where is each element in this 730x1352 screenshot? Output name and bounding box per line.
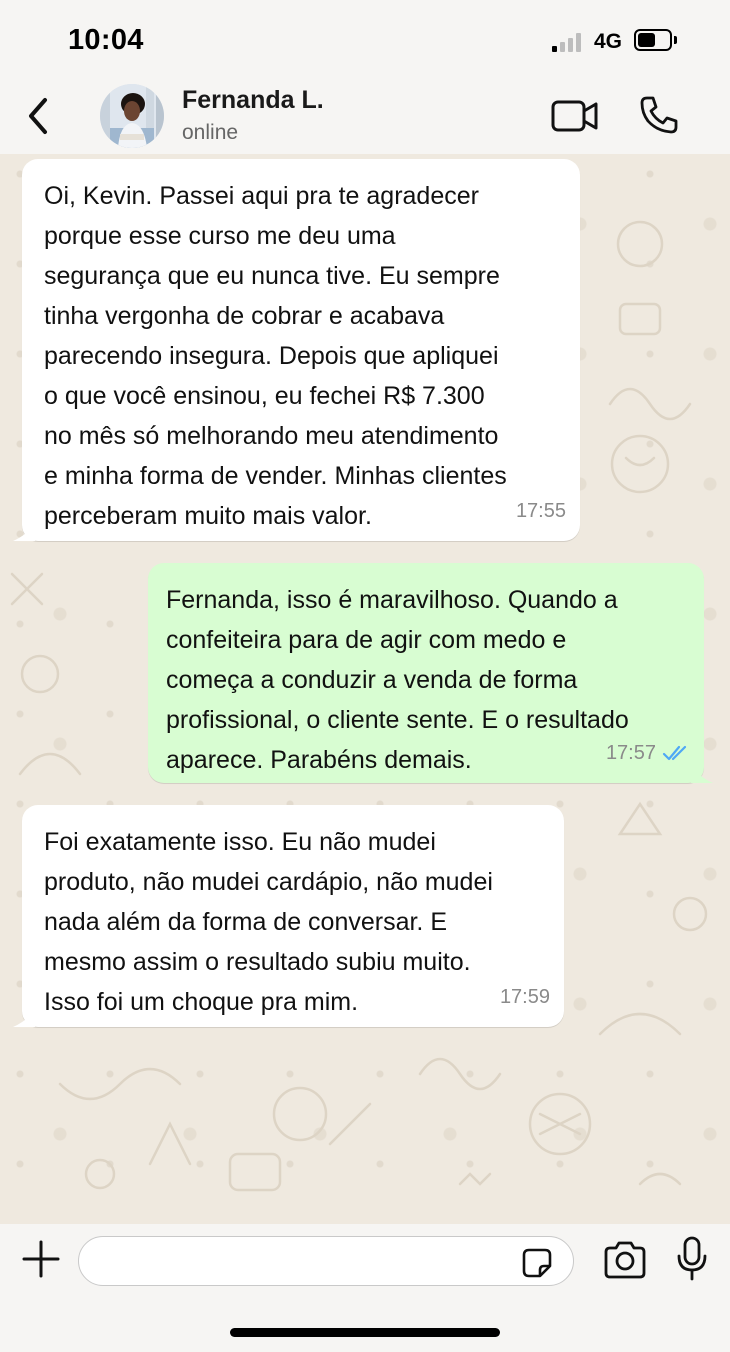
camera-icon	[604, 1241, 646, 1279]
message-input[interactable]	[99, 1247, 519, 1277]
chevron-left-icon	[29, 98, 47, 134]
camera-button[interactable]	[602, 1240, 648, 1280]
bubble-tail	[13, 523, 35, 541]
video-camera-icon	[551, 100, 598, 132]
double-check-read-icon	[662, 745, 687, 761]
status-bar: 10:04 4G	[0, 0, 730, 76]
message-meta: 17:57	[606, 733, 690, 773]
outgoing-message[interactable]: Fernanda, isso é maravilhoso. Quando a c…	[148, 563, 713, 783]
home-indicator[interactable]	[230, 1328, 500, 1337]
chat-header: Fernanda L. online	[0, 76, 730, 154]
message-text: Fernanda, isso é maravilhoso. Quando a c…	[166, 586, 629, 774]
message-time: 17:55	[515, 500, 566, 522]
incoming-message[interactable]: Foi exatamente isso. Eu não mudei produt…	[13, 805, 564, 1027]
message-time: 17:57	[605, 742, 656, 764]
chat-area[interactable]: Oi, Kevin. Passei aqui pra te agradecer …	[0, 154, 730, 1224]
sticker-icon	[522, 1248, 552, 1278]
message-input-field[interactable]	[78, 1236, 574, 1286]
status-time: 10:04	[68, 24, 144, 56]
video-call-button[interactable]	[550, 96, 600, 136]
message-meta: 17:59	[500, 977, 550, 1017]
voice-call-button[interactable]	[638, 94, 680, 136]
bubble-tail	[691, 765, 713, 783]
plus-icon	[22, 1240, 60, 1278]
cellular-signal-icon	[552, 31, 584, 52]
sticker-button[interactable]	[521, 1247, 553, 1279]
battery-icon	[634, 29, 677, 51]
contact-avatar[interactable]	[100, 84, 164, 148]
message-text: Foi exatamente isso. Eu não mudei produt…	[44, 828, 493, 1016]
contact-name[interactable]: Fernanda L.	[182, 86, 324, 115]
contact-status: online	[182, 121, 239, 144]
phone-icon	[640, 96, 678, 134]
message-text: Oi, Kevin. Passei aqui pra te agradecer …	[44, 182, 507, 530]
input-bar	[0, 1224, 730, 1352]
message-time: 17:59	[499, 986, 550, 1008]
avatar-photo	[100, 84, 164, 148]
bubble-tail	[13, 1009, 35, 1027]
network-type: 4G	[594, 30, 623, 53]
back-button[interactable]	[18, 92, 58, 140]
microphone-icon	[677, 1236, 707, 1281]
attach-button[interactable]	[22, 1240, 60, 1278]
incoming-message[interactable]: Oi, Kevin. Passei aqui pra te agradecer …	[13, 159, 580, 541]
message-meta: 17:55	[516, 491, 566, 531]
microphone-button[interactable]	[676, 1236, 708, 1282]
